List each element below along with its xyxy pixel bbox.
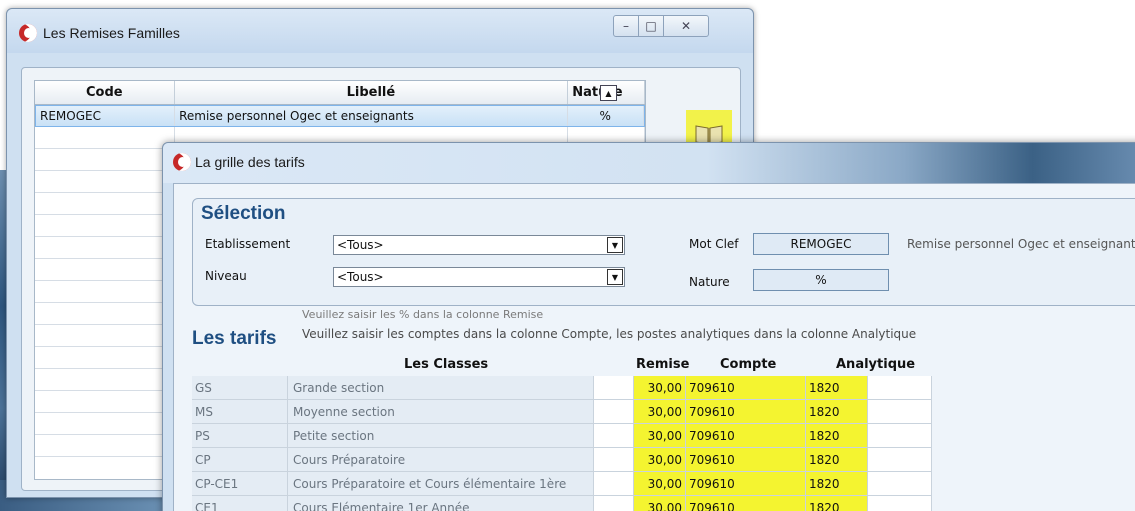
column-header-code[interactable]: Code (35, 81, 175, 104)
app-logo-icon (173, 153, 191, 171)
cell-libelle: Remise personnel Ogec et enseignants (175, 106, 568, 126)
table-row[interactable]: CE1 Cours Elémentaire 1er Année 30,00 70… (192, 496, 932, 511)
hint-remise: Veuillez saisir les % dans la colonne Re… (302, 308, 544, 321)
cell-remise[interactable]: 30,00 (634, 448, 686, 472)
mot-clef-description: Remise personnel Ogec et enseignants (907, 237, 1135, 251)
etablissement-label: Etablissement (205, 237, 291, 251)
window-titlebar[interactable]: La grille des tarifs (163, 143, 1135, 183)
cell-analytique[interactable]: 1820 (806, 424, 868, 448)
selection-panel: Sélection Etablissement <Tous> ▼ Niveau … (192, 198, 1135, 306)
cell-remise[interactable]: 30,00 (634, 496, 686, 511)
chevron-down-icon[interactable]: ▼ (607, 237, 623, 253)
cell-compte[interactable]: 709610 (686, 448, 806, 472)
cell-libelle: Grande section (288, 376, 594, 400)
mot-clef-label: Mot Clef (689, 237, 739, 251)
cell-code: REMOGEC (36, 106, 176, 126)
cell-code: PS (192, 424, 288, 448)
tarifs-title: Les tarifs (192, 328, 277, 349)
etablissement-value: <Tous> (337, 238, 384, 252)
maximize-button[interactable]: □ (638, 15, 664, 37)
nature-field[interactable]: % (753, 269, 889, 291)
window-client-area: Sélection Etablissement <Tous> ▼ Niveau … (173, 183, 1135, 511)
cell-compte[interactable]: 709610 (686, 496, 806, 511)
table-row[interactable]: GS Grande section 30,00 709610 1820 (192, 376, 932, 400)
cell-remise[interactable]: 30,00 (634, 400, 686, 424)
nature-label: Nature (689, 275, 730, 289)
scroll-up-arrow-icon[interactable]: ▲ (600, 85, 617, 101)
cell-analytique[interactable]: 1820 (806, 448, 868, 472)
cell-code: GS (192, 376, 288, 400)
etablissement-select[interactable]: <Tous> ▼ (333, 235, 625, 255)
cell-code: MS (192, 400, 288, 424)
cell-libelle: Cours Préparatoire (288, 448, 594, 472)
column-header-classes[interactable]: Les Classes (404, 357, 488, 372)
cell-analytique[interactable]: 1820 (806, 400, 868, 424)
cell-libelle: Cours Préparatoire et Cours élémentaire … (288, 472, 594, 496)
grid-header: Code Libellé Nature (35, 81, 646, 105)
niveau-select[interactable]: <Tous> ▼ (333, 267, 625, 287)
window-title: La grille des tarifs (195, 154, 305, 170)
cell-remise[interactable]: 30,00 (634, 424, 686, 448)
cell-compte[interactable]: 709610 (686, 424, 806, 448)
close-button[interactable]: ✕ (663, 15, 709, 37)
cell-code: CP-CE1 (192, 472, 288, 496)
cell-remise[interactable]: 30,00 (634, 376, 686, 400)
cell-compte[interactable]: 709610 (686, 376, 806, 400)
table-row[interactable]: PS Petite section 30,00 709610 1820 (192, 424, 932, 448)
column-header-libelle[interactable]: Libellé (175, 81, 569, 104)
cell-libelle: Petite section (288, 424, 594, 448)
cell-analytique[interactable]: 1820 (806, 496, 868, 511)
niveau-value: <Tous> (337, 270, 384, 284)
table-row[interactable]: CP-CE1 Cours Préparatoire et Cours éléme… (192, 472, 932, 496)
cell-nature: % (568, 106, 644, 126)
cell-libelle: Moyenne section (288, 400, 594, 424)
selection-title: Sélection (201, 203, 286, 224)
window-title: Les Remises Familles (43, 25, 180, 41)
cell-libelle: Cours Elémentaire 1er Année (288, 496, 594, 511)
column-header-remise[interactable]: Remise (636, 357, 689, 372)
column-header-compte[interactable]: Compte (720, 357, 776, 372)
chevron-down-icon[interactable]: ▼ (607, 269, 623, 285)
hint-compte-analytique: Veuillez saisir les comptes dans la colo… (302, 327, 917, 341)
grid-header: Les Classes Remise Compte Analytique (192, 354, 932, 376)
cell-compte[interactable]: 709610 (686, 472, 806, 496)
table-row[interactable]: REMOGEC Remise personnel Ogec et enseign… (35, 105, 645, 127)
cell-analytique[interactable]: 1820 (806, 472, 868, 496)
niveau-label: Niveau (205, 269, 247, 283)
minimize-button[interactable]: – (613, 15, 639, 37)
window-grille-tarifs: La grille des tarifs Sélection Etablisse… (162, 142, 1135, 511)
mot-clef-field[interactable]: REMOGEC (753, 233, 889, 255)
cell-compte[interactable]: 709610 (686, 400, 806, 424)
window-titlebar[interactable]: Les Remises Familles – □ ✕ (7, 9, 753, 53)
table-row[interactable]: MS Moyenne section 30,00 709610 1820 (192, 400, 932, 424)
cell-remise[interactable]: 30,00 (634, 472, 686, 496)
table-row[interactable]: CP Cours Préparatoire 30,00 709610 1820 (192, 448, 932, 472)
cell-code: CE1 (192, 496, 288, 511)
cell-analytique[interactable]: 1820 (806, 376, 868, 400)
app-logo-icon (19, 24, 37, 42)
cell-code: CP (192, 448, 288, 472)
column-header-analytique[interactable]: Analytique (836, 357, 915, 372)
